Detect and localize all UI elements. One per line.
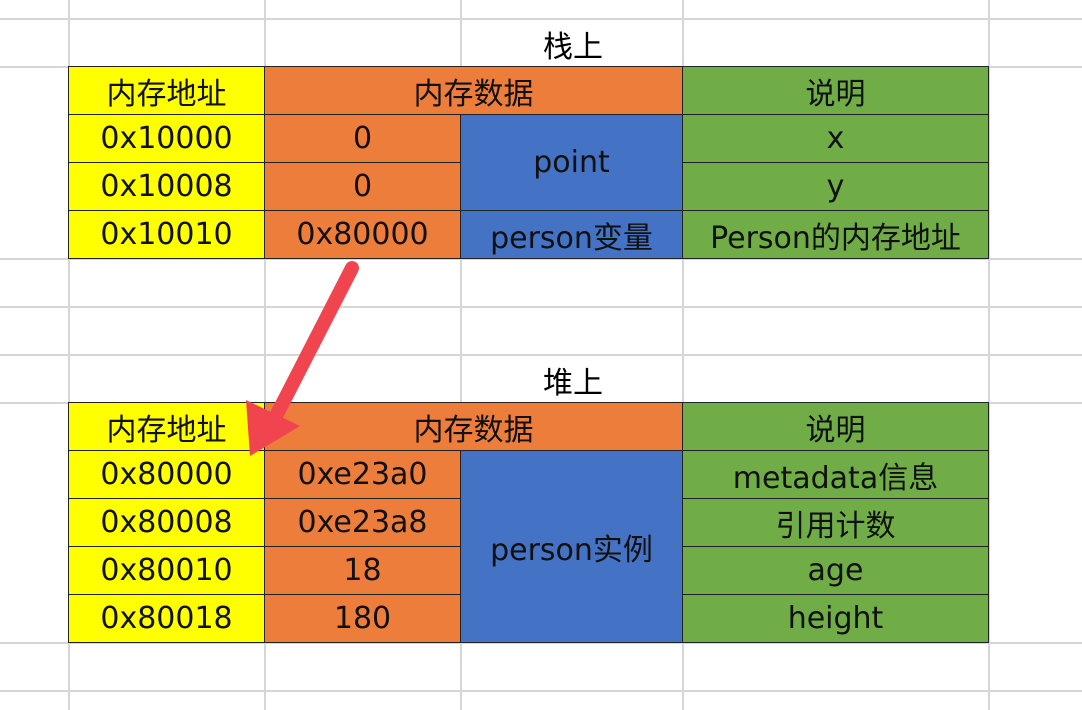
heap-desc-cell: metadata信息 [682,450,989,499]
heap-address-cell: 0x80010 [68,546,265,595]
heap-address-cell: 0x80000 [68,450,265,499]
heap-desc-cell: 引用计数 [682,498,989,547]
heap-header-data: 内存数据 [264,402,683,451]
heap-group-person-instance: person实例 [460,450,683,643]
stack-address-cell: 0x10010 [68,210,265,259]
grid-row-line [0,690,1082,692]
stack-data-cell: 0 [264,114,461,163]
stack-header-address: 内存地址 [68,66,265,115]
heap-data-cell: 18 [264,546,461,595]
stack-group-point: point [460,114,683,211]
grid-row-line [0,306,1082,308]
stack-data-cell: 0x80000 [264,210,461,259]
heap-address-cell: 0x80018 [68,594,265,643]
heap-desc-cell: height [682,594,989,643]
heap-desc-cell: age [682,546,989,595]
heap-data-cell: 0xe23a8 [264,498,461,547]
stack-desc-cell: x [682,114,989,163]
stack-header-data: 内存数据 [264,66,683,115]
stack-desc-cell: y [682,162,989,211]
stack-header-desc: 说明 [682,66,989,115]
heap-data-cell: 180 [264,594,461,643]
stack-address-cell: 0x10008 [68,162,265,211]
heap-data-cell: 0xe23a0 [264,450,461,499]
stack-title: 栈上 [543,30,603,65]
heap-address-cell: 0x80008 [68,498,265,547]
stack-desc-cell: Person的内存地址 [682,210,989,259]
stack-data-cell: 0 [264,162,461,211]
heap-header-address: 内存地址 [68,402,265,451]
heap-header-desc: 说明 [682,402,989,451]
stack-group-person-variable: person变量 [460,210,683,259]
stack-address-cell: 0x10000 [68,114,265,163]
heap-title: 堆上 [543,366,603,401]
